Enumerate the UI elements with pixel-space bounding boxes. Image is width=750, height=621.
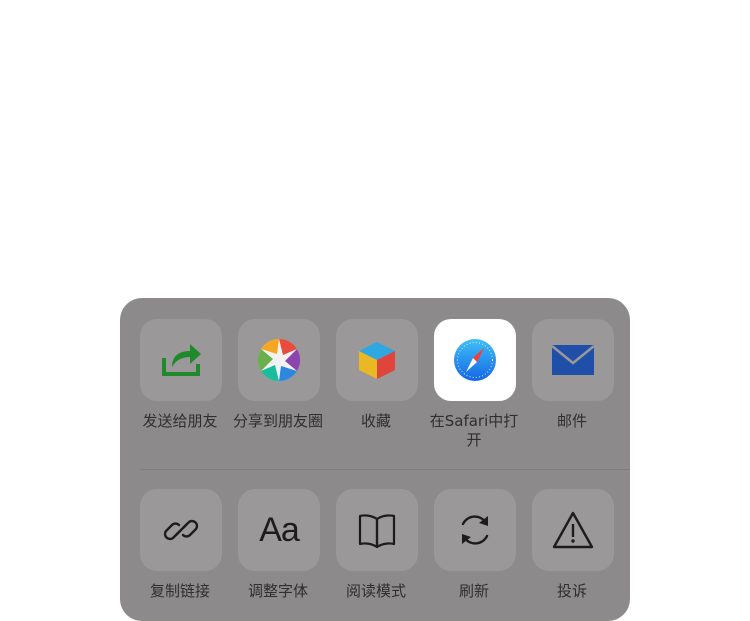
reading-mode-tile[interactable] (336, 489, 418, 571)
copy-link-tile[interactable] (140, 489, 222, 571)
book-icon (358, 514, 396, 549)
share-to-moments-tile[interactable] (238, 319, 320, 401)
refresh-icon (461, 515, 489, 545)
warning-icon (552, 511, 594, 549)
link-icon (163, 519, 199, 541)
row-divider (140, 469, 630, 470)
send-to-friend-label: 发送给朋友 (142, 412, 218, 430)
share-arrow-icon (162, 344, 201, 376)
refresh-label: 刷新 (458, 582, 489, 600)
report-tile[interactable] (532, 489, 614, 571)
share-to-moments-label: 分享到朋友圈 (232, 412, 323, 430)
report-label: 投诉 (556, 582, 587, 600)
favorite-cube-icon (359, 342, 395, 379)
copy-link-label: 复制链接 (149, 582, 210, 600)
open-in-safari-tile[interactable] (434, 319, 516, 401)
send-to-friend-tile[interactable] (140, 319, 222, 401)
open-in-safari-label: 在Safari中打开 (429, 412, 519, 449)
reading-mode-label: 阅读模式 (345, 582, 406, 600)
favorite-label: 收藏 (360, 412, 391, 430)
share-sheet: 发送给朋友 分享到朋友圈 收藏 在Safari中打开 邮件 复制链接 Aa 调整… (120, 298, 630, 621)
mail-label: 邮件 (556, 412, 587, 430)
moments-aperture-icon (257, 338, 301, 382)
font-size-icon: Aa (259, 511, 300, 549)
mail-envelope-icon (551, 345, 595, 375)
favorite-tile[interactable] (336, 319, 418, 401)
refresh-tile[interactable] (434, 489, 516, 571)
safari-compass-icon (454, 339, 496, 381)
mail-tile[interactable] (532, 319, 614, 401)
adjust-font-tile[interactable]: Aa (238, 489, 320, 571)
adjust-font-label: 调整字体 (247, 582, 308, 600)
